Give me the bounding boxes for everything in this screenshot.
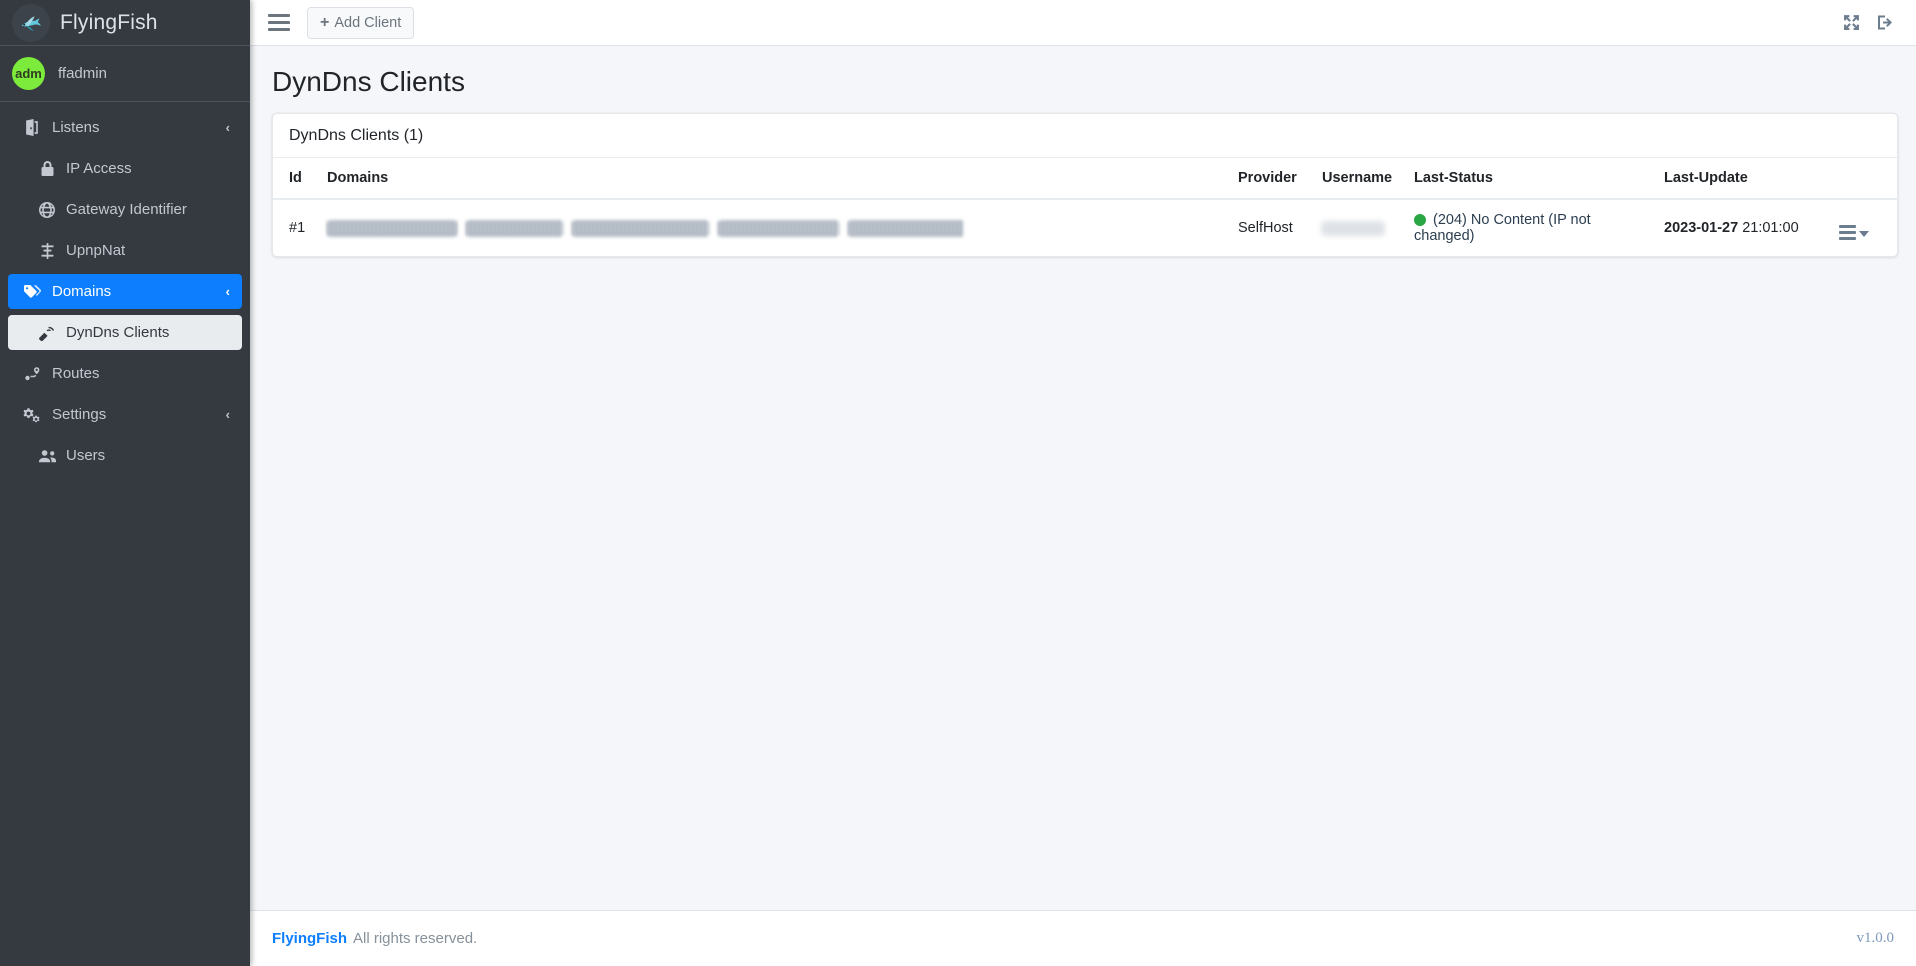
cell-actions (1831, 199, 1897, 256)
add-client-label: Add Client (334, 14, 402, 31)
sign-out-icon[interactable] (1868, 6, 1902, 40)
brand-title: FlyingFish (60, 10, 158, 34)
column-header-provider[interactable]: Provider (1230, 158, 1314, 200)
domain-badge-redacted (572, 219, 709, 237)
chevron-left-icon[interactable]: ‹ (226, 285, 230, 298)
menu-lines-icon (1839, 225, 1856, 241)
table-head: Id Domains Provider Username Last-Status… (273, 158, 1897, 200)
app-root: FlyingFish adm ffadmin Listens ‹ IP Access… (0, 0, 1916, 966)
footer-version: v1.0.0 (1856, 930, 1895, 946)
hamburger-menu-icon[interactable] (268, 14, 290, 31)
table-row[interactable]: #1 SelfHost (204) No Content (IP not chang… (273, 199, 1897, 256)
satellite-dish-icon (36, 325, 58, 341)
sidebar-item-domains[interactable]: Domains ‹ (8, 274, 242, 309)
sidebar-item-users[interactable]: Users (8, 438, 242, 473)
sidebar-item-label: IP Access (66, 160, 132, 177)
sidebar-item-settings[interactable]: Settings ‹ (8, 397, 242, 432)
sidebar-item-label: DynDns Clients (66, 324, 170, 341)
sidebar-item-label: Routes (52, 365, 100, 382)
avatar: adm (12, 57, 45, 90)
door-open-icon (20, 119, 44, 136)
expand-arrows-icon[interactable] (1834, 6, 1868, 40)
users-icon (36, 448, 58, 464)
dyndns-clients-card: DynDns Clients (1) Id Domains Provider U… (272, 113, 1898, 258)
sliders-icon (36, 242, 58, 259)
chevron-left-icon[interactable]: ‹ (226, 408, 230, 421)
column-header-actions (1831, 158, 1897, 200)
brand-header[interactable]: FlyingFish (0, 0, 250, 46)
sidebar-item-upnpnat[interactable]: UpnpNat (8, 233, 242, 268)
main-area: + Add Client DynDns Clients DynDns Clien… (250, 0, 1916, 966)
sidebar-item-ip-access[interactable]: IP Access (8, 151, 242, 186)
page-title: DynDns Clients (272, 66, 465, 97)
username-redacted (1322, 220, 1384, 236)
table-header-row: Id Domains Provider Username Last-Status… (273, 158, 1897, 200)
sidebar-item-label: Domains (52, 283, 112, 300)
domain-badge-redacted (466, 219, 563, 237)
topbar: + Add Client (250, 0, 1916, 46)
sidebar-nav: Listens ‹ IP Access Gateway Identifier UpnpN… (0, 102, 250, 966)
sidebar-item-routes[interactable]: Routes (8, 356, 242, 391)
column-header-username[interactable]: Username (1314, 158, 1406, 200)
flying-fish-logo-icon (12, 3, 50, 42)
route-icon (20, 366, 44, 382)
cell-id: #1 (289, 220, 306, 237)
lock-icon (36, 160, 58, 177)
card-header-title: DynDns Clients (1) (273, 114, 1897, 158)
dyndns-clients-table: Id Domains Provider Username Last-Status… (273, 158, 1897, 256)
column-header-last-update[interactable]: Last-Update (1656, 158, 1831, 200)
sidebar-item-label: Listens (52, 119, 100, 136)
sidebar-item-listens[interactable]: Listens ‹ (8, 110, 242, 145)
domain-badge-redacted (327, 219, 457, 237)
column-header-id[interactable]: Id (273, 158, 319, 200)
caret-down-icon (1859, 230, 1869, 237)
sidebar-item-label: Gateway Identifier (66, 201, 187, 218)
cell-last-status: (204) No Content (IP not changed) (1406, 199, 1656, 256)
cell-last-update: 2023-01-27 21:01:00 (1656, 199, 1831, 256)
chevron-left-icon[interactable]: ‹ (226, 121, 230, 134)
status-dot-icon (1414, 214, 1426, 227)
globe-icon (36, 201, 58, 218)
domain-badge-redacted (718, 219, 839, 237)
tags-icon (20, 284, 44, 300)
cell-username (1314, 199, 1406, 256)
sidebar-item-label: UpnpNat (66, 242, 126, 259)
content-area: DynDns Clients DynDns Clients (1) Id Dom… (250, 46, 1916, 910)
last-update-date: 2023-01-27 (1664, 220, 1739, 237)
sidebar: FlyingFish adm ffadmin Listens ‹ IP Access… (0, 0, 250, 966)
footer-brand-link[interactable]: FlyingFish (272, 930, 347, 947)
sidebar-item-label: Settings (52, 406, 107, 423)
status-text: (204) No Content (IP not changed) (1414, 212, 1591, 245)
last-update-time: 21:01:00 (1742, 220, 1799, 237)
list-menu-caret-icon[interactable] (1839, 225, 1869, 241)
plus-icon: + (320, 13, 330, 31)
footer: FlyingFish All rights reserved. v1.0.0 (250, 910, 1916, 966)
sidebar-item-gateway-identifier[interactable]: Gateway Identifier (8, 192, 242, 227)
column-header-domains[interactable]: Domains (319, 158, 1230, 200)
cell-domains (319, 199, 1230, 256)
footer-copyright-text: All rights reserved. (353, 930, 478, 947)
column-header-last-status[interactable]: Last-Status (1406, 158, 1656, 200)
cell-provider: SelfHost (1238, 220, 1293, 237)
sidebar-item-label: Users (66, 447, 106, 464)
domain-badge-redacted (848, 219, 964, 237)
user-name: ffadmin (58, 65, 107, 82)
user-panel[interactable]: adm ffadmin (0, 46, 250, 102)
sidebar-item-dyndns-clients[interactable]: DynDns Clients (8, 315, 242, 350)
add-client-button[interactable]: + Add Client (307, 6, 415, 39)
table-body: #1 SelfHost (204) No Content (IP not chang… (273, 199, 1897, 256)
cogs-icon (20, 407, 44, 423)
